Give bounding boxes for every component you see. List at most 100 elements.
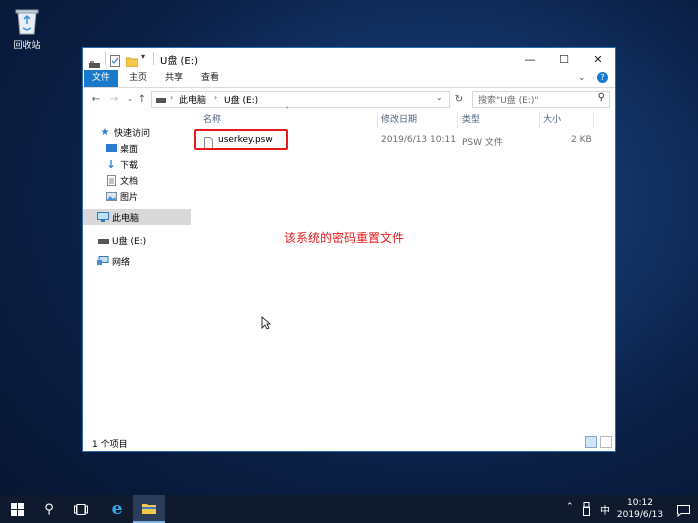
- column-separator: [593, 112, 594, 128]
- ribbon-tabs: 文件 主页 共享 查看 ⌄ ?: [83, 70, 615, 88]
- properties-icon[interactable]: [110, 52, 120, 71]
- mouse-cursor-icon: [261, 316, 271, 330]
- explorer-window: ▾ U盘 (E:) — ☐ ✕ 文件 主页 共享 查看 ⌄ ? ← → ⌄ ↑ …: [82, 47, 616, 452]
- nav-network[interactable]: 网络: [83, 253, 201, 269]
- recycle-bin-label: 回收站: [13, 41, 41, 51]
- breadcrumb-separator-icon: ›: [170, 93, 174, 102]
- navigation-pane: ★ 快速访问 桌面 📌 ↓ 下载 📌 文档 📌 图片 📌 此电脑: [83, 110, 207, 434]
- clock-date: 2019/6/13: [616, 510, 664, 520]
- annotation-text: 该系统的密码重置文件: [284, 231, 405, 245]
- address-bar[interactable]: › 此电脑 › U盘 (E:) ⌄: [151, 91, 450, 108]
- nav-quick-access[interactable]: ★ 快速访问: [83, 124, 203, 140]
- show-hidden-icons-icon[interactable]: ⌃: [566, 502, 574, 512]
- maximize-button[interactable]: ☐: [547, 48, 581, 70]
- column-separator: [457, 112, 458, 128]
- highlight-box: [194, 129, 288, 150]
- help-icon[interactable]: ?: [597, 72, 608, 83]
- address-drive-icon: [156, 95, 166, 106]
- details-view-icon[interactable]: [585, 436, 597, 448]
- document-icon: [105, 174, 117, 186]
- column-separator: [377, 112, 378, 128]
- refresh-button[interactable]: ↻: [452, 92, 466, 106]
- forward-button[interactable]: →: [107, 92, 121, 106]
- arrow-left-icon: ←: [91, 93, 101, 105]
- internet-explorer-button[interactable]: e: [101, 495, 133, 523]
- search-input[interactable]: 搜索"U盘 (E:)" ⚲: [472, 91, 610, 108]
- nav-documents-label: 文档: [120, 176, 139, 187]
- refresh-icon: ↻: [454, 93, 464, 105]
- file-list: ˄ 名称 修改日期 类型 大小 userkey.psw 2019/6/13 10…: [191, 106, 615, 434]
- back-button[interactable]: ←: [89, 92, 103, 106]
- internet-explorer-icon: e: [111, 499, 123, 519]
- computer-icon: [97, 211, 109, 223]
- search-icon[interactable]: ⚲: [598, 92, 605, 103]
- star-icon: ★: [100, 126, 110, 138]
- nav-desktop-label: 桌面: [120, 144, 139, 155]
- sort-indicator-icon: ˄: [285, 106, 289, 115]
- nav-this-pc-label: 此电脑: [112, 213, 140, 224]
- folder-icon: [142, 503, 156, 514]
- arrow-right-icon: →: [109, 93, 119, 105]
- column-header-name[interactable]: 名称: [203, 112, 221, 128]
- nav-downloads-label: 下载: [120, 160, 139, 171]
- recycle-bin-icon: [15, 9, 39, 35]
- new-folder-icon[interactable]: [125, 52, 139, 71]
- search-icon: ⚲: [44, 501, 54, 517]
- breadcrumb-drive[interactable]: U盘 (E:): [224, 93, 258, 106]
- recycle-bin[interactable]: 回收站: [6, 6, 48, 51]
- usb-tray-icon[interactable]: [583, 501, 590, 520]
- nav-drive[interactable]: U盘 (E:): [83, 232, 201, 248]
- address-row: ← → ⌄ ↑ › 此电脑 › U盘 (E:) ⌄ ↻ 搜索"U盘 (E:)" …: [83, 88, 615, 110]
- status-bar: 1 个项目: [83, 434, 615, 451]
- usb-drive-icon: [97, 234, 109, 246]
- arrow-up-icon: ↑: [137, 93, 147, 105]
- desktop-icon: [105, 142, 117, 154]
- large-icons-view-icon[interactable]: [600, 436, 612, 448]
- clock[interactable]: 10:12 2019/6/13: [611, 497, 669, 521]
- breadcrumb-separator-icon: ›: [214, 93, 218, 102]
- maximize-icon: ☐: [559, 52, 569, 66]
- tab-view[interactable]: 查看: [195, 70, 225, 87]
- up-button[interactable]: ↑: [135, 92, 149, 106]
- close-icon: ✕: [593, 52, 603, 66]
- file-type: PSW 文件: [462, 138, 503, 148]
- pictures-icon: [105, 190, 117, 202]
- file-date: 2019/6/13 10:11: [381, 135, 456, 145]
- file-size: 2 KB: [571, 135, 592, 145]
- minimize-button[interactable]: —: [513, 48, 547, 70]
- start-button[interactable]: [1, 495, 33, 523]
- nav-this-pc[interactable]: 此电脑: [83, 209, 201, 225]
- clock-time: 10:12: [627, 498, 653, 508]
- task-view-icon: [74, 503, 88, 515]
- nav-network-label: 网络: [112, 257, 131, 268]
- close-button[interactable]: ✕: [581, 48, 615, 70]
- windows-icon: [10, 502, 24, 516]
- nav-pictures-label: 图片: [120, 192, 139, 203]
- network-icon: [97, 255, 109, 267]
- ime-indicator[interactable]: 中: [600, 502, 610, 517]
- column-header-size[interactable]: 大小: [543, 112, 561, 128]
- task-view-button[interactable]: [65, 495, 97, 523]
- ribbon-expand-icon[interactable]: ⌄: [578, 73, 586, 83]
- search-button[interactable]: ⚲: [33, 495, 65, 523]
- taskbar: ⚲ e ⌃ 中 10:12 2019/6/13: [0, 495, 698, 523]
- file-explorer-button[interactable]: [133, 495, 165, 523]
- tab-file[interactable]: 文件: [84, 70, 118, 87]
- download-icon: ↓: [106, 157, 116, 171]
- nav-drive-label: U盘 (E:): [112, 236, 147, 247]
- window-title: U盘 (E:): [160, 56, 198, 67]
- address-dropdown-icon[interactable]: ⌄: [436, 93, 443, 102]
- chevron-down-icon: ⌄: [127, 95, 133, 103]
- tab-home[interactable]: 主页: [123, 70, 153, 87]
- column-header-type[interactable]: 类型: [462, 112, 480, 128]
- tab-share[interactable]: 共享: [159, 70, 189, 87]
- breadcrumb-this-pc[interactable]: 此电脑: [179, 93, 206, 106]
- quick-access-toolbar-dropdown-icon[interactable]: ▾: [141, 52, 145, 61]
- search-placeholder: 搜索"U盘 (E:)": [478, 96, 539, 106]
- notifications-icon[interactable]: [677, 502, 690, 521]
- column-header-date[interactable]: 修改日期: [381, 112, 417, 128]
- column-separator: [539, 112, 540, 128]
- minimize-icon: —: [524, 52, 536, 66]
- nav-quick-access-label: 快速访问: [114, 128, 151, 139]
- title-bar[interactable]: ▾ U盘 (E:) — ☐ ✕: [83, 48, 615, 70]
